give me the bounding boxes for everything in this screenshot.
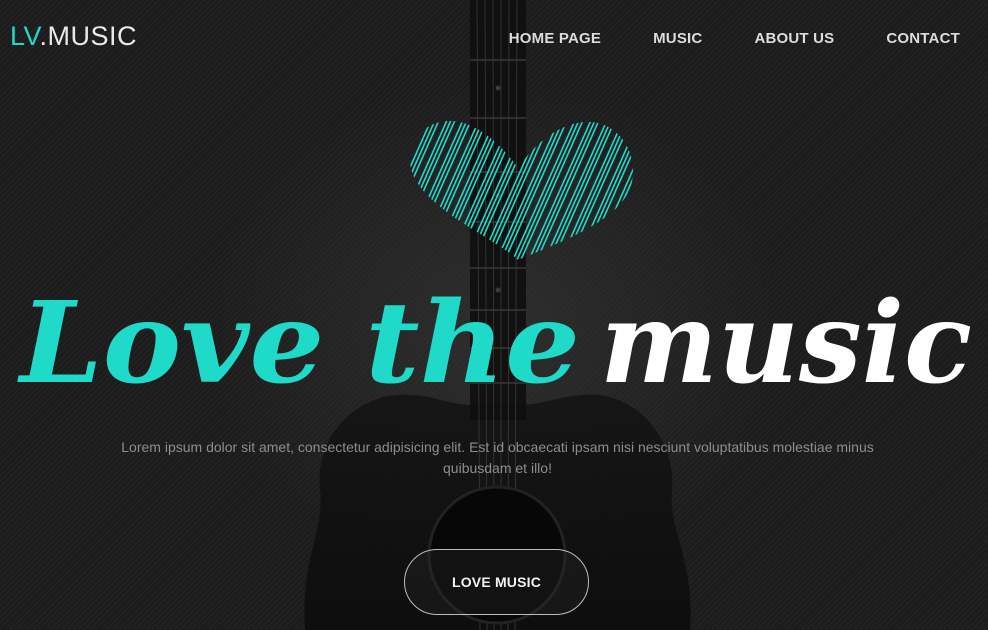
top-navbar: LV.MUSIC HOME PAGE MUSIC ABOUT US CONTAC…	[0, 0, 988, 78]
nav-item-contact[interactable]: CONTACT	[886, 30, 960, 47]
headline-part-music: music	[600, 278, 972, 409]
brand-logo-prefix: LV	[10, 21, 40, 51]
love-music-button-label: LOVE MUSIC	[451, 574, 542, 590]
brand-logo[interactable]: LV.MUSIC	[10, 21, 137, 52]
hero-headline: Love the music	[17, 278, 972, 409]
hero-section: LV.MUSIC HOME PAGE MUSIC ABOUT US CONTAC…	[0, 0, 988, 630]
brand-logo-suffix: .MUSIC	[39, 21, 138, 51]
nav-menu: HOME PAGE MUSIC ABOUT US CONTACT	[509, 30, 960, 47]
headline-part-love-the: Love the	[17, 278, 580, 409]
nav-item-about-us[interactable]: ABOUT US	[754, 30, 834, 47]
heart-icon	[409, 120, 633, 260]
nav-item-music[interactable]: MUSIC	[653, 30, 702, 47]
hero-tagline: Lorem ipsum dolor sit amet, consectetur …	[121, 439, 874, 476]
love-music-button[interactable]: LOVE MUSIC	[404, 549, 589, 615]
nav-item-home-page[interactable]: HOME PAGE	[509, 30, 601, 47]
